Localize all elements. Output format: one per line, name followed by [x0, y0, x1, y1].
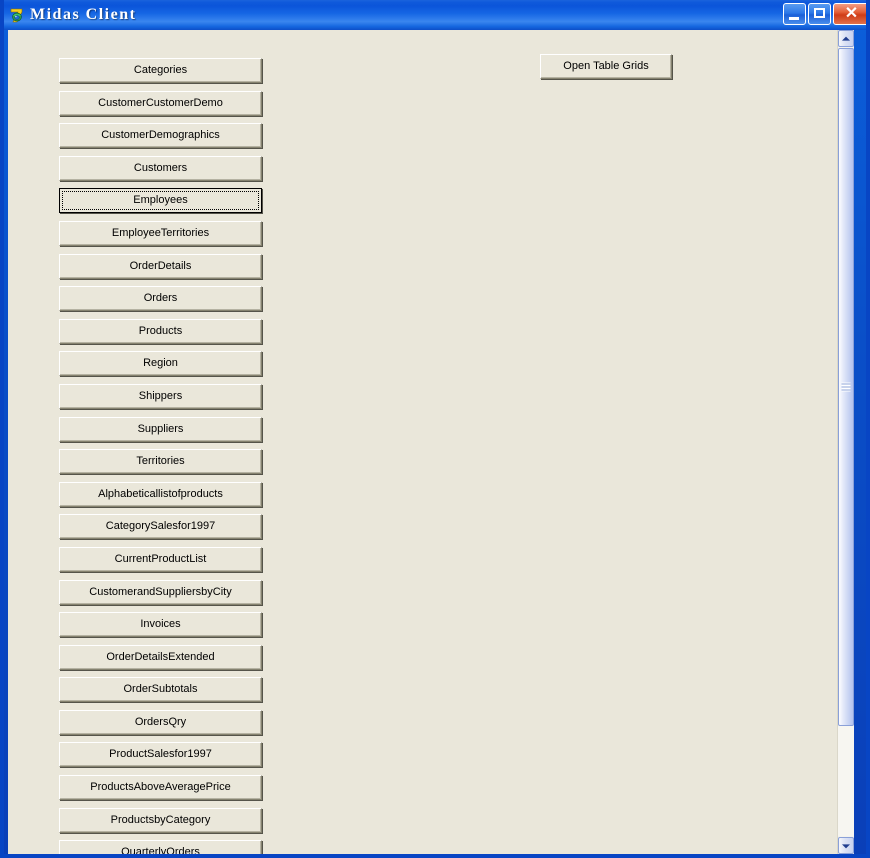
table-button[interactable]: CustomerCustomerDemo	[59, 90, 262, 116]
table-button[interactable]: Customers	[59, 155, 262, 181]
application-window: Midas Client ✕ Categories CustomerCustome…	[0, 0, 870, 858]
title-bar[interactable]: Midas Client ✕	[4, 0, 866, 30]
table-button[interactable]: Products	[59, 318, 262, 344]
scroll-down-arrow-button[interactable]	[838, 837, 854, 854]
table-button[interactable]: Categories	[59, 58, 262, 83]
vertical-scrollbar[interactable]	[837, 30, 854, 854]
minimize-icon	[789, 17, 799, 20]
window-controls: ✕	[783, 3, 866, 25]
table-button[interactable]: CustomerDemographics	[59, 123, 262, 149]
table-button[interactable]: OrderDetailsExtended	[59, 644, 262, 670]
table-button[interactable]: CategorySalesfor1997	[59, 514, 262, 540]
table-button[interactable]: Employees	[59, 188, 262, 214]
close-button[interactable]: ✕	[833, 3, 866, 25]
minimize-button[interactable]	[783, 3, 806, 25]
scrollbar-track-lower[interactable]	[838, 726, 854, 836]
table-button[interactable]: ProductSalesfor1997	[59, 742, 262, 768]
chevron-down-icon	[842, 843, 850, 848]
close-icon: ✕	[844, 5, 859, 22]
chevron-up-icon	[842, 36, 850, 41]
table-button[interactable]: CustomerandSuppliersbyCity	[59, 579, 262, 605]
open-table-grids-button[interactable]: Open Table Grids	[540, 54, 672, 79]
table-button[interactable]: Territories	[59, 449, 262, 475]
table-button[interactable]: OrdersQry	[59, 709, 262, 735]
maximize-button[interactable]	[808, 3, 831, 25]
table-button[interactable]: Shippers	[59, 383, 262, 409]
client-area: Categories CustomerCustomerDemo CustomerDe…	[8, 30, 854, 854]
table-button[interactable]: ProductsAboveAveragePrice	[59, 775, 262, 801]
table-button[interactable]: Suppliers	[59, 416, 262, 442]
delphi-app-icon	[9, 6, 27, 24]
maximize-icon	[814, 8, 825, 18]
table-button[interactable]: Invoices	[59, 612, 262, 638]
window-title: Midas Client	[30, 6, 137, 23]
table-button[interactable]: OrderDetails	[59, 253, 262, 279]
table-button[interactable]: Region	[59, 351, 262, 377]
table-button-list: Categories CustomerCustomerDemo CustomerDe…	[59, 58, 269, 854]
scrollbar-thumb[interactable]	[838, 48, 854, 726]
table-button[interactable]: EmployeeTerritories	[59, 220, 262, 246]
scroll-up-arrow-button[interactable]	[838, 30, 854, 47]
table-button[interactable]: CurrentProductList	[59, 546, 262, 572]
table-button[interactable]: ProductsbyCategory	[59, 807, 262, 833]
table-button[interactable]: Orders	[59, 286, 262, 312]
scrollbar-grip-icon	[841, 382, 851, 392]
table-button[interactable]: OrderSubtotals	[59, 677, 262, 703]
table-button[interactable]: QuarterlyOrders	[59, 840, 262, 854]
table-button[interactable]: Alphabeticallistofproducts	[59, 481, 262, 507]
